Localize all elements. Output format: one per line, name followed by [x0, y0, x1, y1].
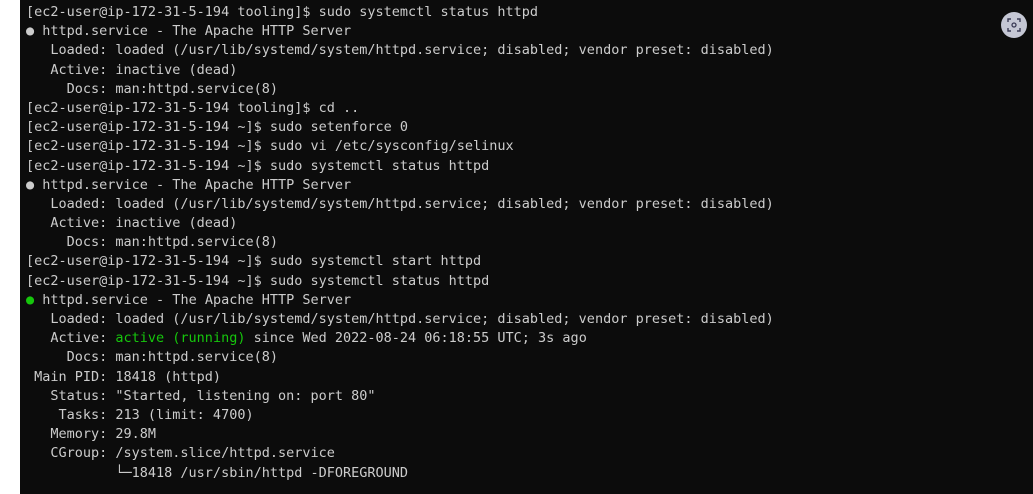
terminal-text: Docs: man:httpd.service(8) [26, 349, 278, 366]
terminal-line: [ec2-user@ip-172-31-5-194 ~]$ sudo vi /e… [26, 137, 774, 156]
terminal-line: Main PID: 18418 (httpd) [26, 368, 774, 387]
terminal-text: [ec2-user@ip-172-31-5-194 ~]$ sudo syste… [26, 272, 490, 289]
terminal-line: Loaded: loaded (/usr/lib/systemd/system/… [26, 41, 774, 60]
terminal-text: Loaded: loaded (/usr/lib/systemd/system/… [26, 311, 774, 327]
terminal-line: Loaded: loaded (/usr/lib/systemd/system/… [26, 195, 774, 214]
terminal-text: Loaded: loaded (/usr/lib/systemd/system/… [26, 195, 774, 212]
terminal-text: Main PID: 18418 (httpd) [26, 368, 222, 385]
terminal-text: Docs: man:httpd.service(8) [26, 80, 278, 97]
screen-capture-button[interactable] [1001, 12, 1027, 38]
terminal-line: ● httpd.service - The Apache HTTP Server [26, 291, 774, 310]
terminal-line: Docs: man:httpd.service(8) [26, 233, 774, 252]
terminal-line: Docs: man:httpd.service(8) [26, 80, 774, 99]
terminal-line: [ec2-user@ip-172-31-5-194 ~]$ sudo seten… [26, 118, 774, 137]
terminal-line: [ec2-user@ip-172-31-5-194 ~]$ sudo syste… [26, 157, 774, 176]
terminal-text: Docs: man:httpd.service(8) [26, 234, 278, 251]
terminal-line: [ec2-user@ip-172-31-5-194 ~]$ sudo syste… [26, 272, 774, 291]
terminal-line: └─18418 /usr/sbin/httpd -DFOREGROUND [26, 464, 774, 483]
terminal-output: [ec2-user@ip-172-31-5-194 tooling]$ sudo… [26, 3, 774, 483]
terminal-line: Status: "Started, listening on: port 80" [26, 387, 774, 406]
terminal-line: Active: inactive (dead) [26, 61, 774, 80]
terminal-line: CGroup: /system.slice/httpd.service [26, 444, 774, 463]
terminal-text: Active: inactive (dead) [26, 215, 238, 232]
terminal-line: Active: active (running) since Wed 2022-… [26, 329, 774, 348]
terminal-text: httpd.service - The Apache HTTP Server [34, 291, 352, 308]
terminal-line: Docs: man:httpd.service(8) [26, 348, 774, 367]
terminal-line: [ec2-user@ip-172-31-5-194 ~]$ sudo syste… [26, 252, 774, 271]
terminal-text: since Wed 2022-08-24 06:18:55 UTC; 3s ag… [245, 330, 587, 347]
terminal-window[interactable]: [ec2-user@ip-172-31-5-194 tooling]$ sudo… [20, 0, 1033, 494]
terminal-text: Active: [26, 330, 116, 347]
terminal-line: Memory: 29.8M [26, 425, 774, 444]
terminal-text: [ec2-user@ip-172-31-5-194 ~]$ sudo syste… [26, 253, 482, 270]
terminal-text: Tasks: 213 (limit: 4700) [26, 406, 254, 423]
terminal-text: [ec2-user@ip-172-31-5-194 tooling]$ sudo… [26, 4, 539, 20]
terminal-text: [ec2-user@ip-172-31-5-194 ~]$ sudo syste… [26, 157, 490, 174]
terminal-line: ● httpd.service - The Apache HTTP Server [26, 176, 774, 195]
terminal-line: [ec2-user@ip-172-31-5-194 tooling]$ sudo… [26, 3, 774, 22]
terminal-text: CGroup: /system.slice/httpd.service [26, 445, 335, 462]
terminal-text: └─18418 /usr/sbin/httpd -DFOREGROUND [26, 464, 409, 481]
terminal-line: Tasks: 213 (limit: 4700) [26, 406, 774, 425]
screen-capture-icon [1007, 18, 1021, 32]
terminal-text: ● httpd.service - The Apache HTTP Server [26, 176, 352, 193]
terminal-text-green: ● [26, 291, 35, 308]
terminal-line: Active: inactive (dead) [26, 214, 774, 233]
terminal-text: Status: "Started, listening on: port 80" [26, 387, 376, 404]
terminal-text: [ec2-user@ip-172-31-5-194 tooling]$ cd .… [26, 99, 360, 116]
terminal-text: Loaded: loaded (/usr/lib/systemd/system/… [26, 42, 774, 59]
terminal-line: Loaded: loaded (/usr/lib/systemd/system/… [26, 310, 774, 329]
terminal-text: [ec2-user@ip-172-31-5-194 ~]$ sudo vi /e… [26, 138, 514, 155]
terminal-text: Active: inactive (dead) [26, 61, 238, 78]
terminal-text: ● httpd.service - The Apache HTTP Server [26, 23, 352, 40]
terminal-text-green: active (running) [115, 330, 246, 347]
terminal-text: [ec2-user@ip-172-31-5-194 ~]$ sudo seten… [26, 119, 409, 136]
terminal-line: ● httpd.service - The Apache HTTP Server [26, 22, 774, 41]
terminal-text: Memory: 29.8M [26, 426, 157, 443]
terminal-line: [ec2-user@ip-172-31-5-194 tooling]$ cd .… [26, 99, 774, 118]
